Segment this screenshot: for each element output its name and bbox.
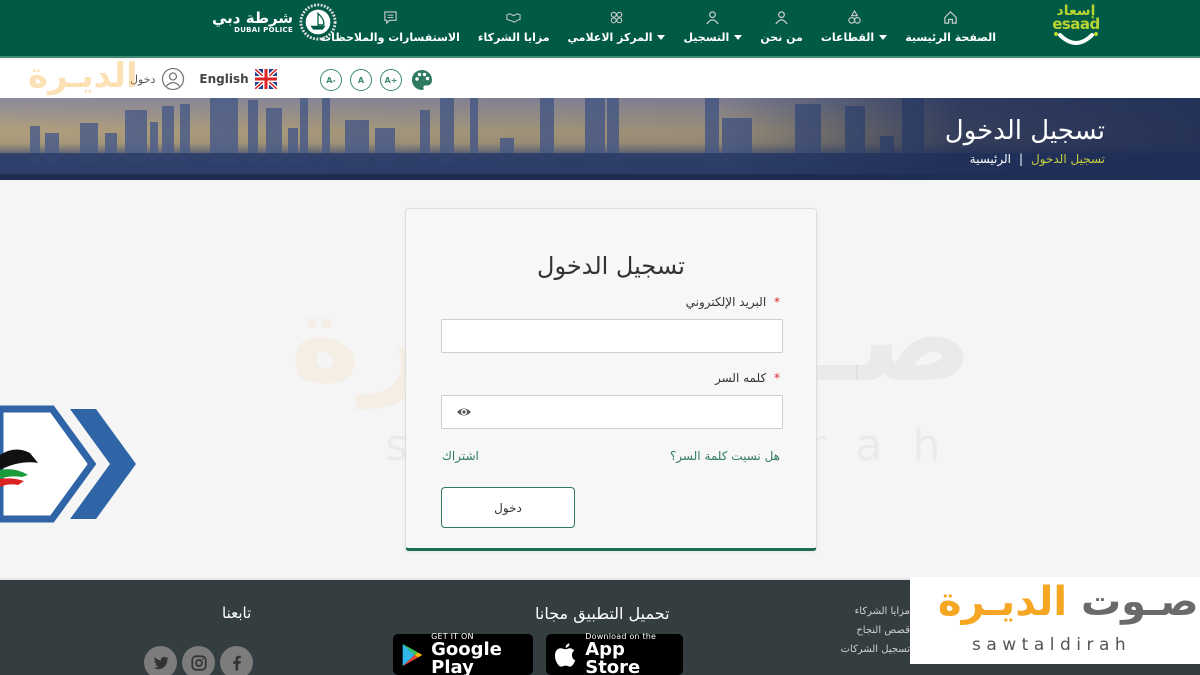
instagram-icon (190, 654, 207, 671)
app-store-button[interactable]: Download on the App Store (546, 632, 683, 675)
chevron-down-icon (734, 35, 743, 40)
login-link[interactable]: دخول (130, 73, 155, 86)
footer-link[interactable]: قصص النجاح (856, 625, 910, 636)
reset-font-button[interactable]: A (350, 69, 372, 91)
nav-item-partner-benefits[interactable]: مزايا الشركاء (469, 0, 559, 44)
breadcrumb-home[interactable]: الرئيسية (970, 152, 1011, 166)
email-label: * البريد الإلكتروني (685, 295, 780, 309)
forgot-password-link[interactable]: هل نسيت كلمة السر؟ (670, 449, 780, 463)
police-logo-arabic: شرطة دبي (212, 9, 294, 27)
facebook-icon (232, 655, 241, 670)
main-menu: الصفحة الرئيسية القطاعات من نحن التسجيل … (311, 0, 1005, 58)
login-title: تسجيل الدخول (537, 252, 685, 280)
eye-icon[interactable] (456, 405, 472, 419)
nav-item-label: الاستفسارات والملاحظات (320, 31, 460, 44)
uk-flag-icon[interactable] (254, 69, 277, 89)
breadcrumb: الرئيسية | تسجيل الدخول (970, 152, 1105, 166)
instagram-button[interactable] (182, 646, 215, 675)
breadcrumb-current: تسجيل الدخول (1031, 152, 1105, 166)
password-label: * كلمه السر (714, 371, 780, 385)
brand-english: sawtaldirah (972, 635, 1132, 655)
utility-bar: دخول English A- A A+ (0, 60, 1200, 98)
brand-arabic-orange: الديـرة (938, 579, 1068, 625)
sectors-icon (846, 9, 862, 25)
apple-icon (554, 642, 576, 667)
esaad-chevron-decoration (0, 405, 136, 523)
twitter-icon (153, 656, 169, 669)
nav-item-home[interactable]: الصفحة الرئيسية (896, 0, 1005, 44)
dubai-police-logo[interactable]: شرطة دبي DUBAI POLICE (212, 2, 337, 42)
nav-item-label: المركز الاعلامي (567, 31, 653, 44)
google-play-icon (402, 643, 423, 666)
hero-banner: تسجيل الدخول الرئيسية | تسجيل الدخول (0, 98, 1200, 180)
nav-item-label: القطاعات (820, 31, 875, 44)
grid-icon (609, 9, 625, 25)
police-emblem-icon (299, 3, 337, 41)
chat-icon (382, 9, 398, 25)
nav-item-sectors[interactable]: القطاعات (812, 0, 896, 44)
esaad-logo-english: esaad (1052, 15, 1100, 33)
top-navigation: إسعاد esaad الصفحة الرئيسية القطاعات من … (0, 0, 1200, 58)
password-input[interactable] (441, 395, 783, 429)
download-app-title: تحميل التطبيق مجانا (535, 604, 670, 623)
nav-item-label: الصفحة الرئيسية (905, 31, 996, 44)
page-title: تسجيل الدخول (944, 116, 1105, 146)
decrease-font-button[interactable]: A- (320, 69, 342, 91)
nav-item-registration[interactable]: التسجيل (674, 0, 751, 44)
home-icon (943, 9, 959, 25)
footer-link[interactable]: تسجيل الشركات (841, 644, 910, 655)
google-play-button[interactable]: GET IT ON Google Play (393, 632, 533, 675)
brand-arabic: صـوت الديـرة (938, 579, 1199, 625)
facebook-button[interactable] (220, 646, 253, 675)
footer-link[interactable]: مزايا الشركاء (855, 606, 910, 617)
required-mark: * (774, 371, 780, 385)
google-play-big-text: Google Play (431, 639, 502, 675)
police-logo-english: DUBAI POLICE (234, 26, 294, 34)
nav-item-media-center[interactable]: المركز الاعلامي (559, 0, 675, 44)
handshake-icon (506, 9, 522, 25)
footer-links: مزايا الشركاء قصص النجاح تسجيل الشركات (841, 606, 910, 655)
email-input[interactable] (441, 319, 783, 353)
increase-font-button[interactable]: A+ (380, 69, 402, 91)
user-account-icon[interactable] (161, 67, 185, 91)
chevron-down-icon (657, 35, 666, 40)
breadcrumb-separator: | (1019, 152, 1024, 166)
nav-item-label: مزايا الشركاء (477, 31, 550, 44)
chevron-down-icon (879, 35, 888, 40)
login-button[interactable]: دخول (441, 487, 575, 528)
smile-icon (1054, 32, 1098, 45)
register-link[interactable]: اشتراك (442, 449, 479, 463)
required-mark: * (774, 295, 780, 309)
follow-us-title: تابعنا (222, 604, 252, 622)
sawtaldirah-brand-logo: صـوت الديـرة sawtaldirah (910, 577, 1200, 664)
user-icon (774, 9, 790, 25)
login-card: تسجيل الدخول * البريد الإلكتروني * كلمه … (405, 208, 817, 551)
font-size-tools: A- A A+ (320, 68, 434, 92)
social-links (144, 646, 253, 675)
palette-icon[interactable] (410, 68, 434, 92)
brand-arabic-gray: صـوت (1080, 579, 1199, 625)
twitter-button[interactable] (144, 646, 177, 675)
nav-item-label: من نحن (760, 31, 803, 44)
language-switch[interactable]: English (199, 72, 248, 86)
user-icon (705, 9, 721, 25)
nav-item-about[interactable]: من نحن (751, 0, 812, 44)
nav-item-label: التسجيل (683, 31, 730, 44)
app-store-big-text: App Store (585, 639, 641, 675)
esaad-logo[interactable]: إسعاد esaad (1048, 4, 1104, 52)
